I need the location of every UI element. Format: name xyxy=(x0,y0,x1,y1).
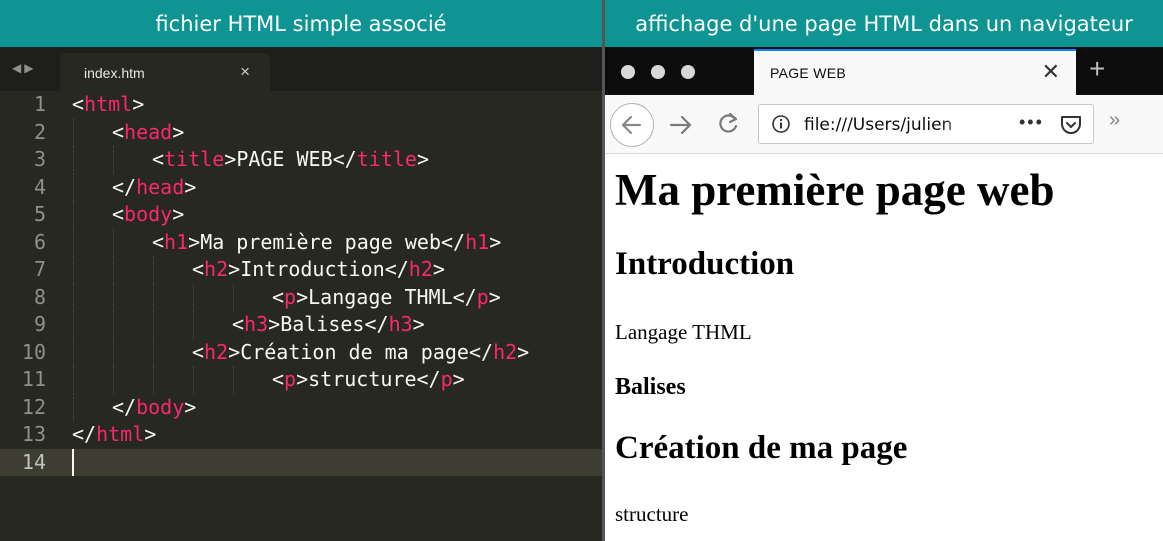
tab-nav-arrows-icon[interactable]: ◀▶ xyxy=(12,61,36,75)
address-bar[interactable]: file:///Users/julien ••• xyxy=(758,104,1094,144)
page-heading-introduction: Introduction xyxy=(615,246,795,282)
code-editor: ◀▶ index.htm × 1 <html> 2 <head> 3 <title>P… xyxy=(0,47,602,541)
editor-tab-bar: ◀▶ index.htm × xyxy=(0,47,602,91)
code-line-current: 14 xyxy=(0,448,602,476)
code-line: 7 <h2>Introduction</h2> xyxy=(0,256,602,284)
browser-nav-bar: file:///Users/julien ••• » xyxy=(605,95,1163,154)
code-area[interactable]: 1 <html> 2 <head> 3 <title>PAGE WEB</title>… xyxy=(0,91,602,476)
line-number: 6 xyxy=(33,229,46,254)
line-number: 1 xyxy=(33,92,46,116)
page-content: Ma première page web Introduction Langag… xyxy=(605,154,1163,541)
line-number: 3 xyxy=(33,147,46,171)
code-line: 6 <h1>Ma première page web</h1> xyxy=(0,228,602,256)
browser-window: PAGE WEB ✕ + file:///Users/julien ••• » … xyxy=(605,47,1163,541)
more-actions-icon[interactable]: ••• xyxy=(1019,112,1044,133)
window-control-minimize[interactable] xyxy=(651,65,665,79)
new-tab-icon[interactable]: + xyxy=(1089,53,1105,85)
code-line: 11 <p>structure</p> xyxy=(0,366,602,394)
line-number: 11 xyxy=(21,367,46,391)
page-paragraph: structure xyxy=(615,502,689,526)
line-number: 12 xyxy=(21,394,46,419)
line-number: 14 xyxy=(21,449,46,474)
code-line: 1 <html> xyxy=(0,91,602,119)
editor-caption: fichier HTML simple associé xyxy=(0,0,602,47)
line-number: 7 xyxy=(33,257,46,281)
line-number: 8 xyxy=(33,284,46,309)
browser-caption: affichage d'une page HTML dans un naviga… xyxy=(605,0,1163,47)
page-heading-h1: Ma première page web xyxy=(615,165,1055,215)
code-line: 12 </body> xyxy=(0,393,602,421)
close-icon[interactable]: × xyxy=(240,62,250,82)
code-line: 9 <h3>Balises</h3> xyxy=(0,311,602,339)
window-control-close[interactable] xyxy=(621,65,635,79)
line-number: 2 xyxy=(33,119,46,144)
code-line: 3 <title>PAGE WEB</title> xyxy=(0,146,602,174)
window-control-maximize[interactable] xyxy=(681,65,695,79)
line-number: 13 xyxy=(21,422,46,446)
overflow-menu-icon[interactable]: » xyxy=(1109,109,1120,132)
page-heading-h3: Balises xyxy=(615,374,686,400)
code-line: 13 </html> xyxy=(0,421,602,449)
info-icon[interactable] xyxy=(771,114,791,134)
close-icon[interactable]: ✕ xyxy=(1042,59,1060,85)
code-line: 2 <head> xyxy=(0,118,602,146)
browser-tab-title: PAGE WEB xyxy=(770,65,847,81)
page-paragraph: Langage THML xyxy=(615,320,752,344)
browser-tab[interactable]: PAGE WEB ✕ xyxy=(754,49,1076,95)
code-line: 10 <h2>Création de ma page</h2> xyxy=(0,338,602,366)
reload-icon[interactable] xyxy=(715,111,741,137)
back-button[interactable] xyxy=(610,103,654,147)
text-caret xyxy=(72,448,74,476)
back-arrow-icon xyxy=(621,115,642,135)
forward-arrow-icon[interactable] xyxy=(667,111,695,139)
browser-tab-strip: PAGE WEB ✕ + xyxy=(605,47,1163,95)
line-number: 5 xyxy=(33,202,46,226)
pocket-icon[interactable] xyxy=(1059,114,1083,136)
page-heading-creation: Création de ma page xyxy=(615,430,908,466)
editor-tab-label: index.htm xyxy=(84,65,145,81)
code-line: 8 <p>Langage THML</p> xyxy=(0,283,602,311)
line-number: 10 xyxy=(21,339,46,364)
line-number: 9 xyxy=(33,312,46,336)
code-line: 5 <body> xyxy=(0,201,602,229)
editor-tab-index[interactable]: index.htm × xyxy=(60,53,270,91)
line-number: 4 xyxy=(33,174,46,199)
code-line: 4 </head> xyxy=(0,173,602,201)
